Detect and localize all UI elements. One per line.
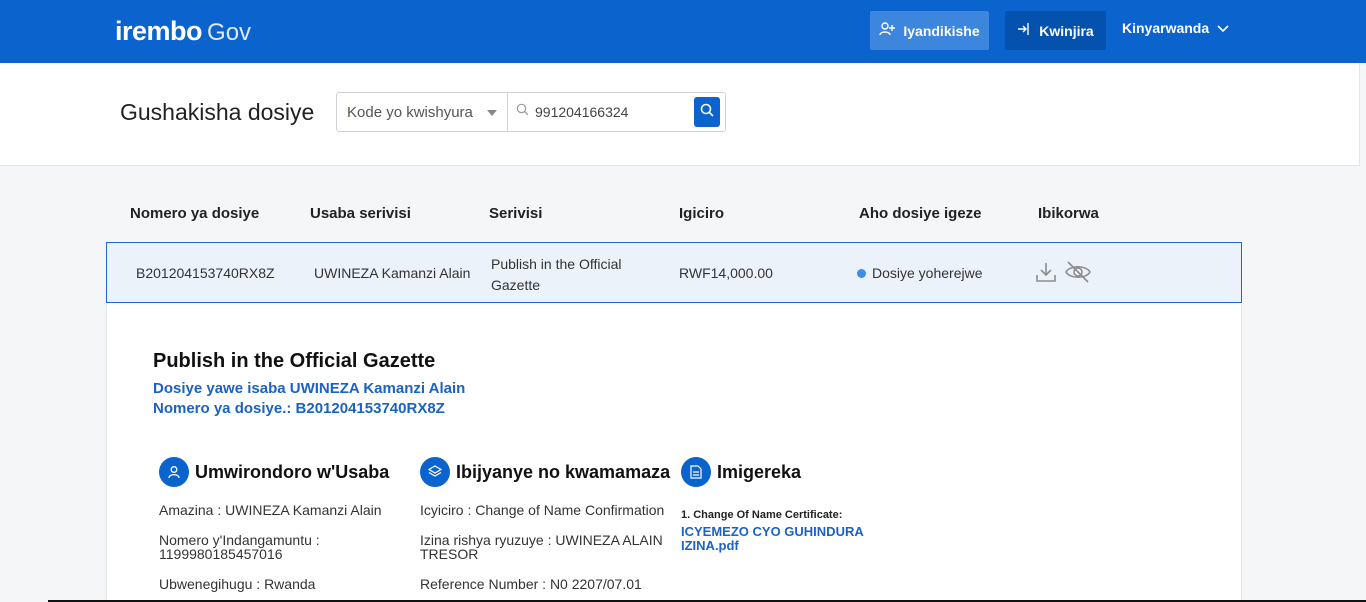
attachment-link-line-1: ICYEMEZO CYO GUHINDURA bbox=[681, 524, 864, 539]
status-label: Dosiye yoherejwe bbox=[872, 265, 983, 281]
column-header-actions: Ibikorwa bbox=[1038, 205, 1099, 222]
add-user-icon bbox=[879, 22, 896, 39]
column-header-service: Serivisi bbox=[489, 205, 543, 222]
detail-file-number-line: Nomero ya dosiye.: B201204153740RX8Z bbox=[153, 400, 445, 417]
service-line-2: Gazette bbox=[491, 277, 541, 293]
column-header-status: Aho dosiye igeze bbox=[859, 205, 982, 222]
service-cell: Publish in the Official Gazette bbox=[491, 254, 621, 296]
attachment-label: 1. Change Of Name Certificate: bbox=[681, 509, 843, 521]
login-label: Kwinjira bbox=[1039, 22, 1094, 39]
status-cell: Dosiye yoherejwe bbox=[857, 265, 983, 281]
status-dot-icon bbox=[857, 269, 866, 278]
eye-off-icon bbox=[1064, 261, 1092, 287]
profile-id-value: 1199980185457016 bbox=[159, 546, 283, 562]
search-panel: Gushakisha dosiye Kode yo kwishyura bbox=[0, 63, 1360, 166]
applicant-profile-section: Umwirondoro w'Usaba bbox=[159, 457, 389, 487]
request-new-name-line-1: Izina rishya ryuzuye : UWINEZA ALAIN bbox=[420, 532, 663, 548]
file-number-cell: B201204153740RX8Z bbox=[136, 265, 275, 281]
column-header-price: Igiciro bbox=[679, 205, 725, 222]
download-icon bbox=[1035, 263, 1057, 287]
price-cell: RWF14,000.00 bbox=[679, 265, 773, 281]
user-icon bbox=[159, 457, 189, 487]
table-header: Nomero ya dosiye Usaba serivisi Serivisi… bbox=[106, 200, 1242, 228]
column-header-file-number: Nomero ya dosiye bbox=[130, 205, 260, 222]
request-reference: Reference Number : N0 2207/07.01 bbox=[420, 576, 642, 592]
search-group: Kode yo kwishyura bbox=[336, 92, 726, 132]
search-type-value: Kode yo kwishyura bbox=[347, 103, 473, 121]
attachments-heading: Imigereka bbox=[717, 461, 802, 482]
login-button[interactable]: Kwinjira bbox=[1005, 11, 1106, 50]
request-category: Icyiciro : Change of Name Confirmation bbox=[420, 502, 665, 518]
register-button[interactable]: Iyandikishe bbox=[870, 11, 989, 50]
service-line-1: Publish in the Official bbox=[491, 256, 622, 272]
document-icon bbox=[681, 457, 711, 487]
download-button[interactable] bbox=[1035, 260, 1057, 287]
profile-nationality: Ubwenegihugu : Rwanda bbox=[159, 576, 316, 592]
sign-in-icon bbox=[1017, 22, 1031, 39]
search-type-select[interactable]: Kode yo kwishyura bbox=[337, 93, 508, 131]
language-selector[interactable]: Kinyarwanda bbox=[1122, 20, 1229, 36]
chevron-down-icon bbox=[1217, 20, 1229, 36]
column-header-applicant: Usaba serivisi bbox=[310, 205, 411, 222]
search-icon bbox=[516, 103, 529, 121]
attachment-link-line-2: IZINA.pdf bbox=[681, 538, 739, 553]
file-detail-panel: Publish in the Official Gazette Dosiye y… bbox=[106, 303, 1242, 602]
page-title: Gushakisha dosiye bbox=[120, 99, 315, 125]
request-details-section: Ibijyanye no kwamamaza bbox=[420, 457, 670, 487]
request-new-name-line-2: TRESOR bbox=[420, 546, 479, 562]
profile-id-label: Nomero y'Indangamuntu : bbox=[159, 532, 320, 548]
attachments-section: Imigereka bbox=[681, 457, 801, 487]
search-button[interactable] bbox=[694, 97, 720, 127]
table-row[interactable]: B201204153740RX8Z UWINEZA Kamanzi Alain … bbox=[106, 242, 1242, 303]
language-label: Kinyarwanda bbox=[1122, 20, 1210, 36]
caret-down-icon bbox=[487, 110, 497, 116]
layers-icon bbox=[420, 457, 450, 487]
attachment-link[interactable]: ICYEMEZO CYO GUHINDURA IZINA.pdf bbox=[681, 525, 891, 553]
search-field bbox=[508, 93, 725, 131]
request-heading: Ibijyanye no kwamamaza bbox=[456, 461, 671, 482]
logo-brand: irembo bbox=[115, 16, 203, 46]
search-icon bbox=[700, 103, 714, 122]
profile-name: Amazina : UWINEZA Kamanzi Alain bbox=[159, 502, 382, 518]
detail-applicant-line: Dosiye yawe isaba UWINEZA Kamanzi Alain bbox=[153, 380, 466, 397]
applicant-cell: UWINEZA Kamanzi Alain bbox=[314, 265, 471, 281]
register-label: Iyandikishe bbox=[903, 22, 980, 39]
top-nav-bar: irembo Gov Iyandikishe Kwinjira Kinyarwa… bbox=[0, 0, 1366, 63]
irembo-gov-logo[interactable]: irembo Gov bbox=[115, 16, 251, 46]
search-input[interactable] bbox=[535, 104, 685, 120]
logo-gov: Gov bbox=[207, 19, 252, 46]
hide-details-button[interactable] bbox=[1064, 260, 1092, 287]
detail-title: Publish in the Official Gazette bbox=[153, 350, 436, 372]
profile-heading: Umwirondoro w'Usaba bbox=[195, 461, 390, 482]
